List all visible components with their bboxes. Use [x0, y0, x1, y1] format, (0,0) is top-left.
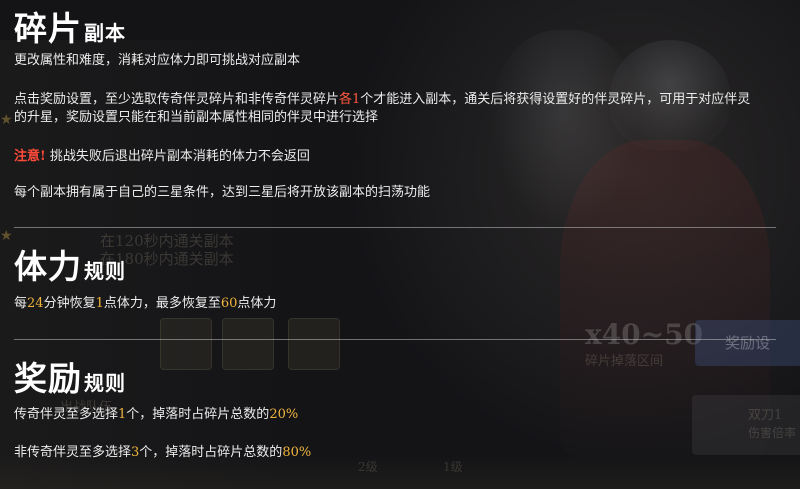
reward-title-main: 奖励: [14, 359, 82, 398]
reward-normal-text-a: 非传奇伴灵至多选择: [14, 445, 132, 460]
fragment-title-sub: 副本: [84, 21, 126, 45]
reward-title: 奖励 规则: [14, 352, 126, 400]
fragment-line-3: 的升星，奖励设置只能在和当前副本属性相同的伴灵中进行选择: [14, 110, 379, 125]
reward-normal-text-b: 个，掉落时占碎片总数的: [139, 445, 283, 460]
fragment-title-main: 碎片: [14, 9, 82, 48]
reward-title-sub: 规则: [84, 371, 126, 395]
fragment-line-5: 每个副本拥有属于自己的三星条件，达到三星后将开放该副本的扫荡功能: [14, 185, 431, 200]
stamina-text-3: 点体力，最多恢复至: [103, 296, 221, 311]
stamina-amount: 1: [95, 296, 104, 311]
stamina-text-1: 每: [14, 296, 28, 311]
fragment-line-2: 点击奖励设置，至少选取传奇伴灵碎片和非传奇伴灵碎片各1个才能进入副本，通关后将获…: [14, 91, 750, 109]
fragment-line-2-a: 点击奖励设置，至少选取传奇伴灵碎片和非传奇伴灵碎片: [14, 92, 340, 107]
fragment-warning: 注意! 挑战失败后退出碎片副本消耗的体力不会返回: [14, 148, 310, 166]
stamina-max: 60: [220, 296, 238, 311]
fragment-line-2-b: 个才能进入副本，通关后将获得设置好的伴灵碎片，可用于对应伴灵: [360, 92, 751, 107]
reward-legendary-percent: 20%: [269, 407, 299, 422]
rules-overlay: 碎片 副本 更改属性和难度，消耗对应体力即可挑战对应副本 点击奖励设置，至少选取传…: [0, 0, 800, 489]
stamina-rule: 每24分钟恢复1点体力，最多恢复至60点体力: [14, 295, 276, 313]
reward-legendary-text-a: 传奇伴灵至多选择: [14, 407, 119, 422]
reward-normal-percent: 80%: [282, 445, 312, 460]
reward-rule-legendary: 传奇伴灵至多选择1个，掉落时占碎片总数的20%: [14, 406, 298, 424]
stamina-title-sub: 规则: [84, 259, 126, 283]
stamina-minutes: 24: [27, 296, 44, 311]
warning-text: 挑战失败后退出碎片副本消耗的体力不会返回: [49, 149, 310, 164]
reward-rule-normal: 非传奇伴灵至多选择3个，掉落时占碎片总数的80%: [14, 444, 311, 462]
reward-legendary-text-b: 个，掉落时占碎片总数的: [126, 407, 270, 422]
stamina-title-main: 体力: [14, 247, 82, 286]
fragment-line-2-highlight: 各1: [339, 92, 361, 107]
warning-label: 注意!: [14, 149, 46, 164]
fragment-line-1: 更改属性和难度，消耗对应体力即可挑战对应副本: [14, 53, 301, 68]
stamina-title: 体力 规则: [14, 240, 126, 288]
section-divider: [14, 227, 776, 228]
stamina-text-4: 点体力: [237, 296, 277, 311]
stamina-text-2: 分钟恢复: [43, 296, 96, 311]
fragment-title: 碎片 副本: [14, 2, 126, 50]
section-divider: [14, 339, 776, 340]
